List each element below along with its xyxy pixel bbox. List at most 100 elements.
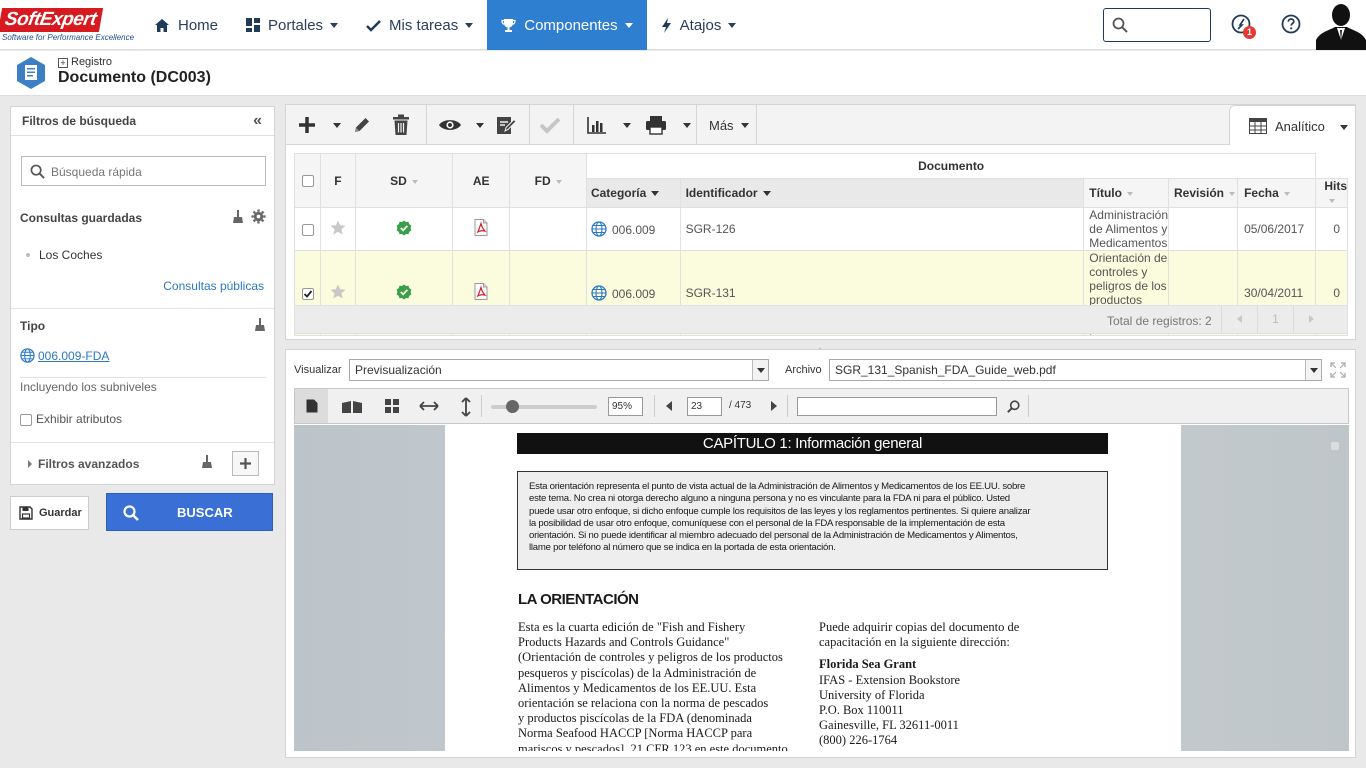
chevron-down-icon (623, 122, 631, 128)
add-button[interactable] (297, 113, 317, 137)
column-header-hits[interactable]: Hits (1315, 178, 1348, 208)
softexpert-logo[interactable]: SoftExpert Software for Performance Exce… (0, 8, 134, 46)
edit-button[interactable] (352, 113, 372, 137)
gear-icon[interactable] (251, 209, 266, 224)
zoom-input[interactable]: 95% (608, 397, 643, 416)
breadcrumb[interactable]: + Registro (58, 56, 112, 68)
advanced-filters-toggle[interactable]: Filtros avanzados (28, 457, 139, 471)
column-header-identificador[interactable]: Identificador (679, 178, 1085, 208)
broom-icon[interactable] (201, 455, 213, 469)
column-header-categoria[interactable]: Categoría (585, 178, 681, 208)
quick-search-input[interactable]: Búsqueda rápida (21, 156, 266, 186)
main-nav: Home Portales Mis tareas Componentes Ata… (140, 0, 750, 50)
previous-page-icon[interactable] (666, 401, 672, 411)
grid-toolbar: Más (286, 105, 1355, 145)
single-page-view-button[interactable] (295, 389, 328, 423)
public-queries-link[interactable]: Consultas públicas (163, 279, 264, 293)
nav-componentes-label: Componentes (524, 16, 618, 34)
two-page-view-icon[interactable] (341, 400, 363, 414)
logo-brand: SoftExpert (0, 8, 104, 32)
search-icon[interactable] (1007, 400, 1020, 413)
hits-cell: 0 (1315, 207, 1348, 251)
checkbox-checked[interactable] (301, 287, 314, 300)
checkbox[interactable] (301, 175, 314, 188)
nav-atajos[interactable]: Atajos (647, 0, 751, 50)
broom-icon[interactable] (232, 210, 244, 224)
page-number-input[interactable]: 23 (687, 397, 722, 416)
separator (573, 105, 574, 145)
star-icon[interactable] (330, 284, 346, 299)
nav-mis-tareas[interactable]: Mis tareas (352, 0, 487, 50)
splitter-handle[interactable] (813, 342, 827, 354)
column-header-fecha[interactable]: Fecha (1237, 178, 1317, 208)
revision-cell (1167, 207, 1239, 251)
print-button[interactable] (645, 113, 667, 137)
pdf-note-line: puede usar otro enfoque, si dicho enfoqu… (529, 505, 1031, 517)
column-header-f[interactable]: F (320, 153, 356, 208)
chevron-down-icon (728, 22, 737, 28)
save-button[interactable]: Guardar (10, 496, 89, 530)
select-all-header[interactable] (293, 153, 322, 208)
type-value-link[interactable]: 006.009-FDA (20, 348, 109, 363)
more-menu-button[interactable]: Más (709, 113, 749, 137)
collapse-panel-icon[interactable]: « (253, 112, 262, 130)
printer-icon (646, 116, 666, 135)
verified-badge-icon (396, 284, 412, 299)
thumbnail-grid-icon[interactable] (385, 399, 399, 413)
visualize-select[interactable]: Previsualización (349, 359, 769, 381)
nav-componentes[interactable]: Componentes (487, 0, 647, 50)
chart-dropdown[interactable] (623, 113, 631, 137)
pdf-file-icon[interactable] (474, 219, 488, 236)
show-attributes-checkbox[interactable]: Exhibir atributos (20, 412, 122, 426)
user-silhouette-icon (1316, 4, 1366, 50)
pdf-canvas[interactable]: CAPÍTULO 1: Información general Esta ori… (294, 425, 1349, 751)
expand-fullscreen-icon[interactable] (1330, 362, 1346, 378)
pdf-file-icon[interactable] (474, 283, 488, 300)
search-icon (30, 164, 45, 179)
view-dropdown[interactable] (476, 113, 484, 137)
help-icon[interactable] (1281, 14, 1301, 34)
current-page: 1 (1257, 306, 1293, 333)
delete-button[interactable] (391, 113, 411, 137)
add-dropdown[interactable] (333, 113, 341, 137)
fit-height-icon[interactable] (461, 397, 471, 417)
zoom-slider-thumb[interactable] (506, 400, 519, 413)
prev-page-button[interactable] (1221, 306, 1257, 333)
approve-button[interactable] (539, 113, 561, 137)
electronic-file-cell[interactable] (452, 207, 511, 251)
next-page-icon[interactable] (771, 401, 777, 411)
checkbox[interactable] (20, 413, 32, 426)
nav-portales[interactable]: Portales (232, 0, 352, 50)
column-header-sd[interactable]: SD (354, 153, 454, 208)
global-search-input[interactable] (1103, 8, 1211, 42)
saved-query-item[interactable]: Los Coches (26, 248, 102, 262)
nav-home[interactable]: Home (140, 0, 232, 50)
column-header-titulo[interactable]: Título (1083, 178, 1169, 208)
table-row[interactable]: 006.009 SGR-126 Administración de Alimen… (293, 207, 1348, 251)
favorite-cell[interactable] (320, 207, 356, 251)
add-filter-button[interactable] (232, 451, 259, 476)
column-header-fd[interactable]: FD (509, 153, 587, 208)
pdf-search-input[interactable] (797, 397, 997, 416)
checkbox[interactable] (301, 223, 314, 236)
column-header-ae[interactable]: AE (452, 153, 511, 208)
star-icon[interactable] (330, 220, 346, 235)
check-icon (303, 290, 312, 298)
chart-button[interactable] (587, 113, 607, 137)
column-header-revision[interactable]: Revisión (1167, 178, 1239, 208)
pdf-scroll-indicator[interactable] (1331, 442, 1339, 450)
user-avatar[interactable] (1316, 0, 1366, 50)
fit-width-icon[interactable] (419, 401, 439, 411)
view-mode-tab[interactable]: Analítico (1229, 105, 1356, 145)
next-page-button[interactable] (1293, 306, 1329, 333)
broom-icon[interactable] (254, 318, 266, 332)
search-button[interactable]: BUSCAR (106, 493, 273, 531)
print-dropdown[interactable] (683, 113, 691, 137)
chevron-down-icon (1340, 125, 1348, 130)
file-select[interactable]: SGR_131_Spanish_FDA_Guide_web.pdf (829, 359, 1322, 381)
row-checkbox-cell[interactable] (293, 207, 322, 251)
chevron-down-icon (330, 22, 339, 28)
checkout-button[interactable] (495, 113, 517, 137)
divider (20, 377, 266, 378)
view-button[interactable] (438, 113, 462, 137)
